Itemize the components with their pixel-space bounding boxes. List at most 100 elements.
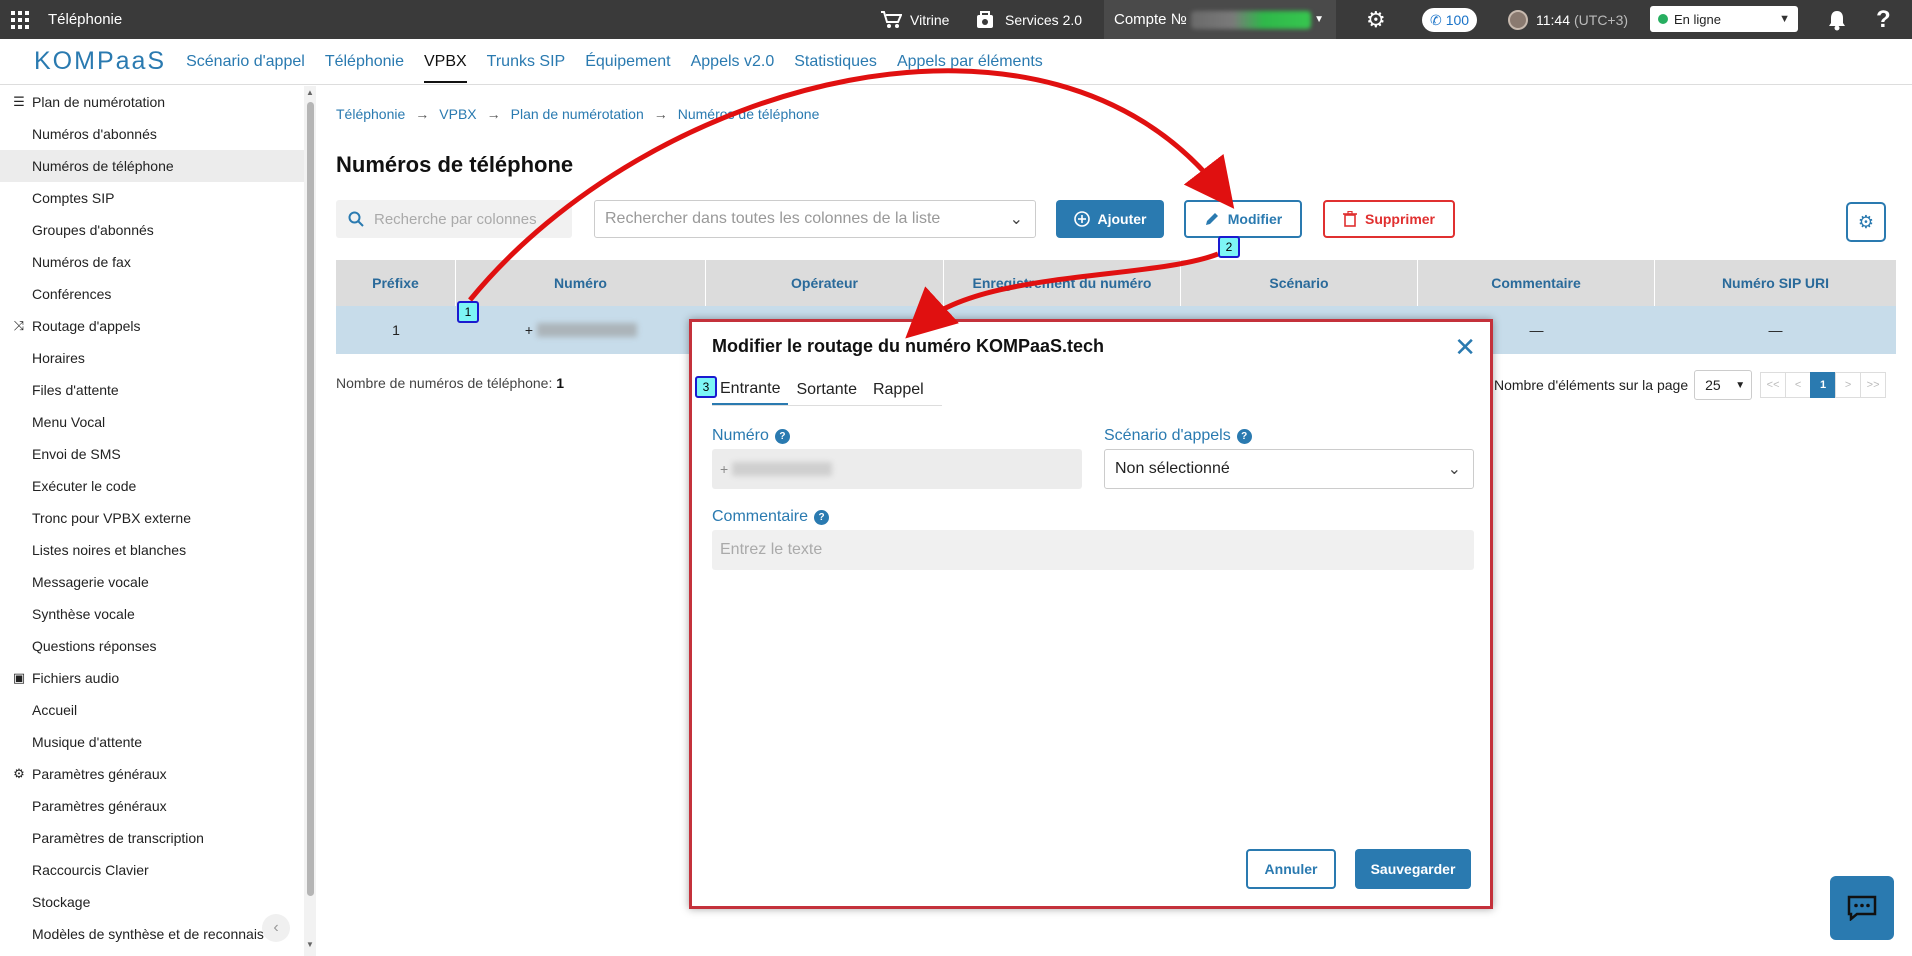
chevron-down-icon: ▼: [1779, 13, 1790, 25]
scroll-down-arrow-icon[interactable]: ▼: [305, 940, 315, 949]
nav-trunks-sip[interactable]: Trunks SIP: [487, 41, 566, 83]
sidebar-item-numeros-fax[interactable]: Numéros de fax: [0, 246, 304, 278]
sidebar-item-transcription[interactable]: Paramètres de transcription: [0, 822, 304, 854]
breadcrumb-plan[interactable]: Plan de numérotation: [511, 106, 644, 122]
sidebar-item-listes-noires[interactable]: Listes noires et blanches: [0, 534, 304, 566]
sidebar-item-comptes-sip[interactable]: Comptes SIP: [0, 182, 304, 214]
tab-entrante[interactable]: Entrante: [712, 374, 789, 405]
help-icon[interactable]: ?: [1236, 428, 1252, 444]
col-operateur[interactable]: Opérateur: [706, 260, 944, 306]
nav-scenario[interactable]: Scénario d'appel: [186, 41, 305, 83]
close-button[interactable]: ✕: [1454, 332, 1476, 363]
sidebar-item-tronc-vpbx[interactable]: Tronc pour VPBX externe: [0, 502, 304, 534]
sidebar-item-questions-reponses[interactable]: Questions réponses: [0, 630, 304, 662]
page-prev-button[interactable]: <: [1785, 372, 1812, 398]
apps-menu-button[interactable]: [2, 0, 38, 39]
sidebar-item-horaires[interactable]: Horaires: [0, 342, 304, 374]
breadcrumb-vpbx[interactable]: VPBX: [439, 106, 476, 122]
sidebar-group-audio[interactable]: ▣ Fichiers audio: [0, 662, 304, 694]
sidebar-scroll-thumb[interactable]: [307, 102, 314, 896]
page-last-button[interactable]: >>: [1860, 372, 1887, 398]
sidebar-item-files-attente[interactable]: Files d'attente: [0, 374, 304, 406]
edit-button[interactable]: Modifier: [1184, 200, 1302, 238]
sidebar-item-groupes-abonnes[interactable]: Groupes d'abonnés: [0, 214, 304, 246]
per-page-select[interactable]: 25 ▼: [1694, 370, 1753, 400]
help-icon[interactable]: ?: [814, 509, 830, 525]
help-button[interactable]: ?: [1876, 0, 1891, 39]
tab-rappel[interactable]: Rappel: [865, 374, 932, 405]
chat-button[interactable]: [1830, 876, 1894, 940]
delete-button[interactable]: Supprimer: [1323, 200, 1455, 238]
row-count: Nombre de numéros de téléphone: 1: [336, 375, 564, 391]
pencil-icon: [1205, 213, 1218, 225]
sidebar-item-stockage[interactable]: Stockage: [0, 886, 304, 918]
sidebar-item-modeles[interactable]: Modèles de synthèse et de reconnaissance: [0, 918, 264, 950]
sidebar-group-plan[interactable]: ☰ Plan de numérotation: [0, 86, 304, 118]
page-next-button[interactable]: >: [1835, 372, 1862, 398]
nav-statistiques[interactable]: Statistiques: [794, 41, 877, 83]
sidebar-item-messagerie-vocale[interactable]: Messagerie vocale: [0, 566, 304, 598]
breadcrumb-telephonie[interactable]: Téléphonie: [336, 106, 405, 122]
col-enregistrement[interactable]: Enregistrement du numéro: [944, 260, 1181, 306]
main-nav: KOMPaaS Scénario d'appel Téléphonie VPBX…: [0, 39, 1912, 85]
global-search-placeholder: Rechercher dans toutes les colonnes de l…: [605, 210, 941, 227]
cell-sip-uri: —: [1768, 322, 1783, 338]
cancel-button[interactable]: Annuler: [1246, 849, 1336, 889]
services-link[interactable]: Services 2.0: [975, 0, 1082, 39]
global-search-select[interactable]: Rechercher dans toutes les colonnes de l…: [594, 200, 1036, 238]
sidebar-item-numeros-abonnes[interactable]: Numéros d'abonnés: [0, 118, 304, 150]
save-button[interactable]: Sauvegarder: [1355, 849, 1471, 889]
clock-timezone: (UTC+3): [1574, 11, 1629, 28]
table-settings-button[interactable]: ⚙: [1846, 202, 1886, 242]
user-clock[interactable]: 11:44 (UTC+3): [1508, 0, 1628, 39]
tab-sortante[interactable]: Sortante: [788, 374, 864, 405]
search-placeholder: Recherche par colonnes: [374, 210, 537, 228]
status-select[interactable]: En ligne ▼: [1650, 6, 1798, 32]
nav-appels-par-elements[interactable]: Appels par éléments: [897, 41, 1043, 83]
sidebar-group-parametres[interactable]: ⚙ Paramètres généraux: [0, 758, 304, 790]
sidebar-group-label: Fichiers audio: [32, 670, 120, 686]
sidebar-collapse-button[interactable]: ‹: [262, 914, 290, 942]
page-1-button[interactable]: 1: [1810, 372, 1837, 398]
column-search-input[interactable]: Recherche par colonnes: [336, 200, 572, 238]
col-numero[interactable]: Numéro: [456, 260, 706, 306]
cell-numero: +: [456, 306, 706, 354]
col-prefixe[interactable]: Préfixe: [336, 260, 456, 306]
edit-routing-dialog: Modifier le routage du numéro KOMPaaS.te…: [689, 319, 1493, 909]
col-scenario[interactable]: Scénario: [1181, 260, 1418, 306]
sidebar-item-raccourcis[interactable]: Raccourcis Clavier: [0, 854, 304, 886]
account-label: Compte №: [1114, 11, 1187, 28]
scroll-up-arrow-icon[interactable]: ▲: [305, 88, 315, 97]
sidebar-item-numeros-telephone[interactable]: Numéros de téléphone: [0, 150, 304, 182]
col-commentaire[interactable]: Commentaire: [1418, 260, 1655, 306]
sidebar-item-parametres-generaux[interactable]: Paramètres généraux: [0, 790, 304, 822]
nav-appels-v2[interactable]: Appels v2.0: [691, 41, 775, 83]
routing-icon: ⤨: [13, 318, 25, 333]
add-button[interactable]: Ajouter: [1056, 200, 1164, 238]
settings-button[interactable]: ⚙: [1366, 0, 1386, 39]
sidebar-item-conferences[interactable]: Conférences: [0, 278, 304, 310]
arrow-right-icon: →: [653, 106, 668, 122]
account-selector[interactable]: Compte № ▼: [1104, 0, 1336, 39]
nav-vpbx[interactable]: VPBX: [423, 41, 467, 83]
sidebar-item-executer-code[interactable]: Exécuter le code: [0, 470, 304, 502]
active-calls-badge[interactable]: ✆ 100: [1422, 8, 1478, 32]
sidebar-item-synthese-vocale[interactable]: Synthèse vocale: [0, 598, 304, 630]
sidebar-item-accueil[interactable]: Accueil: [0, 694, 304, 726]
help-icon[interactable]: ?: [774, 428, 790, 444]
scenario-select[interactable]: Non sélectionné ⌄: [1104, 449, 1474, 489]
sidebar-item-musique-attente[interactable]: Musique d'attente: [0, 726, 304, 758]
vitrine-link[interactable]: Vitrine: [880, 0, 949, 39]
breadcrumb-numeros[interactable]: Numéros de téléphone: [678, 106, 820, 122]
notifications-button[interactable]: [1827, 0, 1847, 39]
nav-equipement[interactable]: Équipement: [585, 41, 670, 83]
col-sip-uri[interactable]: Numéro SIP URI: [1655, 260, 1896, 306]
edit-label: Modifier: [1227, 211, 1283, 227]
comment-input[interactable]: Entrez le texte: [712, 530, 1474, 570]
sidebar-group-routage[interactable]: ⤨ Routage d'appels: [0, 310, 304, 342]
sidebar-item-envoi-sms[interactable]: Envoi de SMS: [0, 438, 304, 470]
sidebar-item-menu-vocal[interactable]: Menu Vocal: [0, 406, 304, 438]
annotation-marker-1: 1: [457, 301, 479, 323]
nav-telephonie[interactable]: Téléphonie: [325, 41, 404, 83]
page-first-button[interactable]: <<: [1760, 372, 1787, 398]
